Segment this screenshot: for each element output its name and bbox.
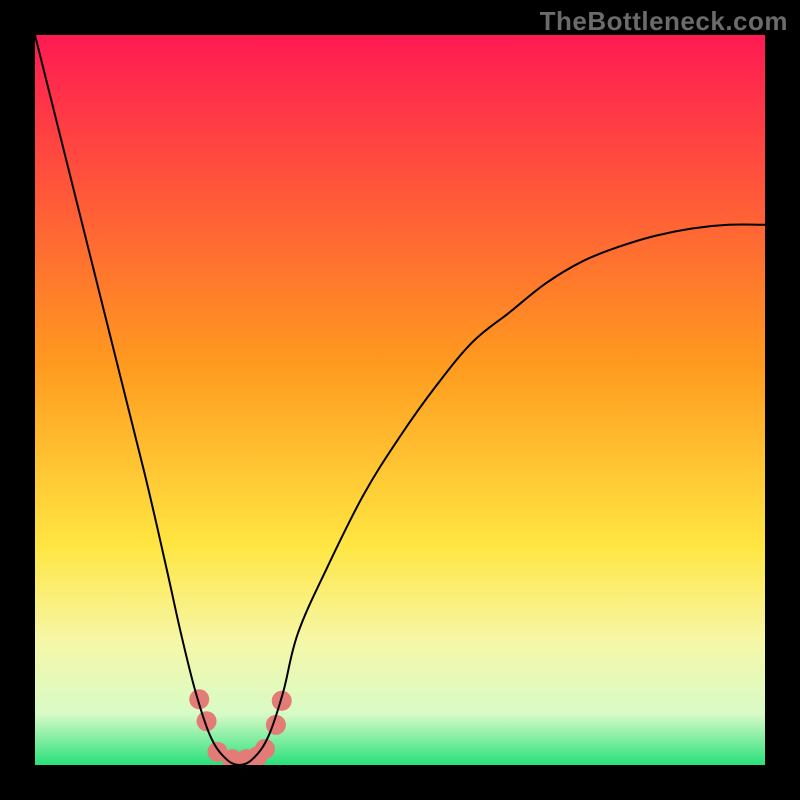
chart-frame: TheBottleneck.com <box>0 0 800 800</box>
watermark-text: TheBottleneck.com <box>540 6 788 37</box>
gradient-background <box>35 35 765 765</box>
chart-svg <box>35 35 765 765</box>
plot-area <box>35 35 765 765</box>
